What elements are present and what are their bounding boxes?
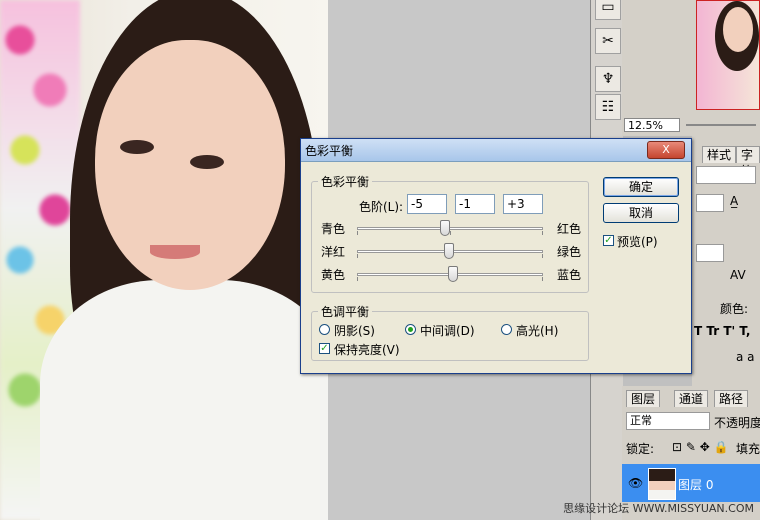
navigator-thumbnail[interactable] bbox=[696, 0, 760, 110]
font-family-field[interactable] bbox=[696, 166, 756, 184]
navigator-panel: 12.5% bbox=[622, 0, 760, 136]
slider-cyan-red-right-label: 红色 bbox=[557, 222, 582, 236]
type-style-buttons[interactable]: T Tr T' T, bbox=[694, 324, 750, 338]
ok-button[interactable]: 确定 bbox=[603, 177, 679, 197]
preserve-luminosity-label[interactable]: 保持亮度(V) bbox=[334, 341, 400, 358]
slider-tick bbox=[542, 231, 543, 235]
tab-layers[interactable]: 图层 bbox=[626, 390, 661, 407]
cancel-button[interactable]: 取消 bbox=[603, 203, 679, 223]
radio-highlights-label[interactable]: 高光(H) bbox=[516, 322, 558, 339]
slider-tick bbox=[357, 277, 358, 281]
lock-label: 锁定: bbox=[626, 442, 655, 456]
clone-source-icon[interactable]: ♆ bbox=[595, 66, 621, 92]
font-size-field[interactable] bbox=[696, 194, 724, 212]
lock-icons[interactable]: ⊡ ✎ ✥ 🔒 bbox=[672, 440, 729, 454]
leading-icon: A̲ bbox=[730, 194, 739, 208]
slider-yellow-blue-thumb[interactable] bbox=[447, 266, 458, 282]
level-field-cyan-red[interactable]: -5 bbox=[407, 194, 447, 214]
radio-midtones[interactable] bbox=[405, 324, 416, 335]
radio-shadows-label[interactable]: 阴影(S) bbox=[334, 322, 375, 339]
slider-tick bbox=[357, 231, 358, 235]
slider-yellow-blue-right-label: 蓝色 bbox=[557, 268, 582, 282]
level-field-magenta-green[interactable]: -1 bbox=[455, 194, 495, 214]
tracking-icon: AV bbox=[730, 268, 746, 282]
color-label: 颜色: bbox=[720, 302, 749, 316]
zoom-slider[interactable] bbox=[686, 124, 756, 126]
layer-thumbnail bbox=[648, 468, 676, 500]
preserve-luminosity-checkbox[interactable]: ✓ bbox=[319, 343, 330, 354]
zoom-field[interactable]: 12.5% bbox=[624, 118, 680, 132]
slider-tick bbox=[542, 277, 543, 281]
blend-mode-select[interactable]: 正常 bbox=[626, 412, 710, 430]
radio-midtones-label[interactable]: 中间调(D) bbox=[420, 322, 475, 339]
slider-cyan-red-left-label: 青色 bbox=[321, 222, 346, 236]
actions-icon[interactable]: ☷ bbox=[595, 94, 621, 120]
slider-cyan-red-thumb[interactable] bbox=[440, 220, 451, 236]
close-button[interactable]: X bbox=[647, 141, 685, 159]
slider-magenta-green-left-label: 洋红 bbox=[321, 245, 346, 259]
character-panel: 样式 字符 A̲ AV 颜色: T Tr T' T, a a bbox=[692, 136, 760, 386]
fill-label: 填充 bbox=[736, 442, 760, 456]
slider-magenta-green-thumb[interactable] bbox=[444, 243, 455, 259]
level-field-yellow-blue[interactable]: +3 bbox=[503, 194, 543, 214]
watermark-text: 思缘设计论坛 WWW.MISSYUAN.COM bbox=[563, 502, 754, 515]
radio-shadows[interactable] bbox=[319, 324, 330, 335]
tab-channels[interactable]: 通道 bbox=[674, 390, 709, 407]
slider-tick bbox=[542, 254, 543, 258]
color-balance-legend: 色彩平衡 bbox=[321, 175, 370, 189]
document-canvas-photo[interactable] bbox=[0, 0, 328, 520]
layer-name: 图层 0 bbox=[678, 478, 714, 492]
preview-checkbox[interactable]: ✓ bbox=[603, 235, 614, 246]
tab-styles[interactable]: 样式 bbox=[702, 146, 737, 163]
thumb-face bbox=[723, 7, 753, 52]
anti-alias-label: a a bbox=[736, 350, 755, 364]
slider-magenta-green-right-label: 绿色 bbox=[557, 245, 582, 259]
photo-shirt bbox=[40, 280, 328, 520]
dialog-titlebar[interactable]: 色彩平衡 X bbox=[301, 139, 691, 162]
tab-character[interactable]: 字符 bbox=[736, 146, 760, 178]
tab-paths[interactable]: 路径 bbox=[714, 390, 749, 407]
eye-icon[interactable]: 👁 bbox=[628, 476, 643, 490]
kerning-field[interactable] bbox=[696, 244, 724, 262]
photo-left-eye bbox=[120, 140, 154, 154]
tool-presets-icon[interactable]: ✂ bbox=[595, 28, 621, 54]
slider-tick bbox=[357, 254, 358, 258]
opacity-label: 不透明度 bbox=[714, 416, 760, 430]
photo-right-eye bbox=[190, 155, 224, 169]
preview-label[interactable]: 预览(P) bbox=[617, 233, 658, 250]
tone-balance-legend: 色调平衡 bbox=[321, 305, 370, 319]
color-balance-dialog: 色彩平衡 X 色彩平衡 色阶(L): -5 -1 +3 色调平衡 阴影(S) 中… bbox=[300, 138, 692, 374]
levels-label: 色阶(L): bbox=[359, 200, 404, 214]
photo-mouth bbox=[150, 245, 200, 259]
dialog-title: 色彩平衡 bbox=[305, 144, 354, 158]
brush-preset-icon[interactable]: ▭ bbox=[595, 0, 621, 20]
radio-highlights[interactable] bbox=[501, 324, 512, 335]
slider-yellow-blue-left-label: 黄色 bbox=[321, 268, 346, 282]
